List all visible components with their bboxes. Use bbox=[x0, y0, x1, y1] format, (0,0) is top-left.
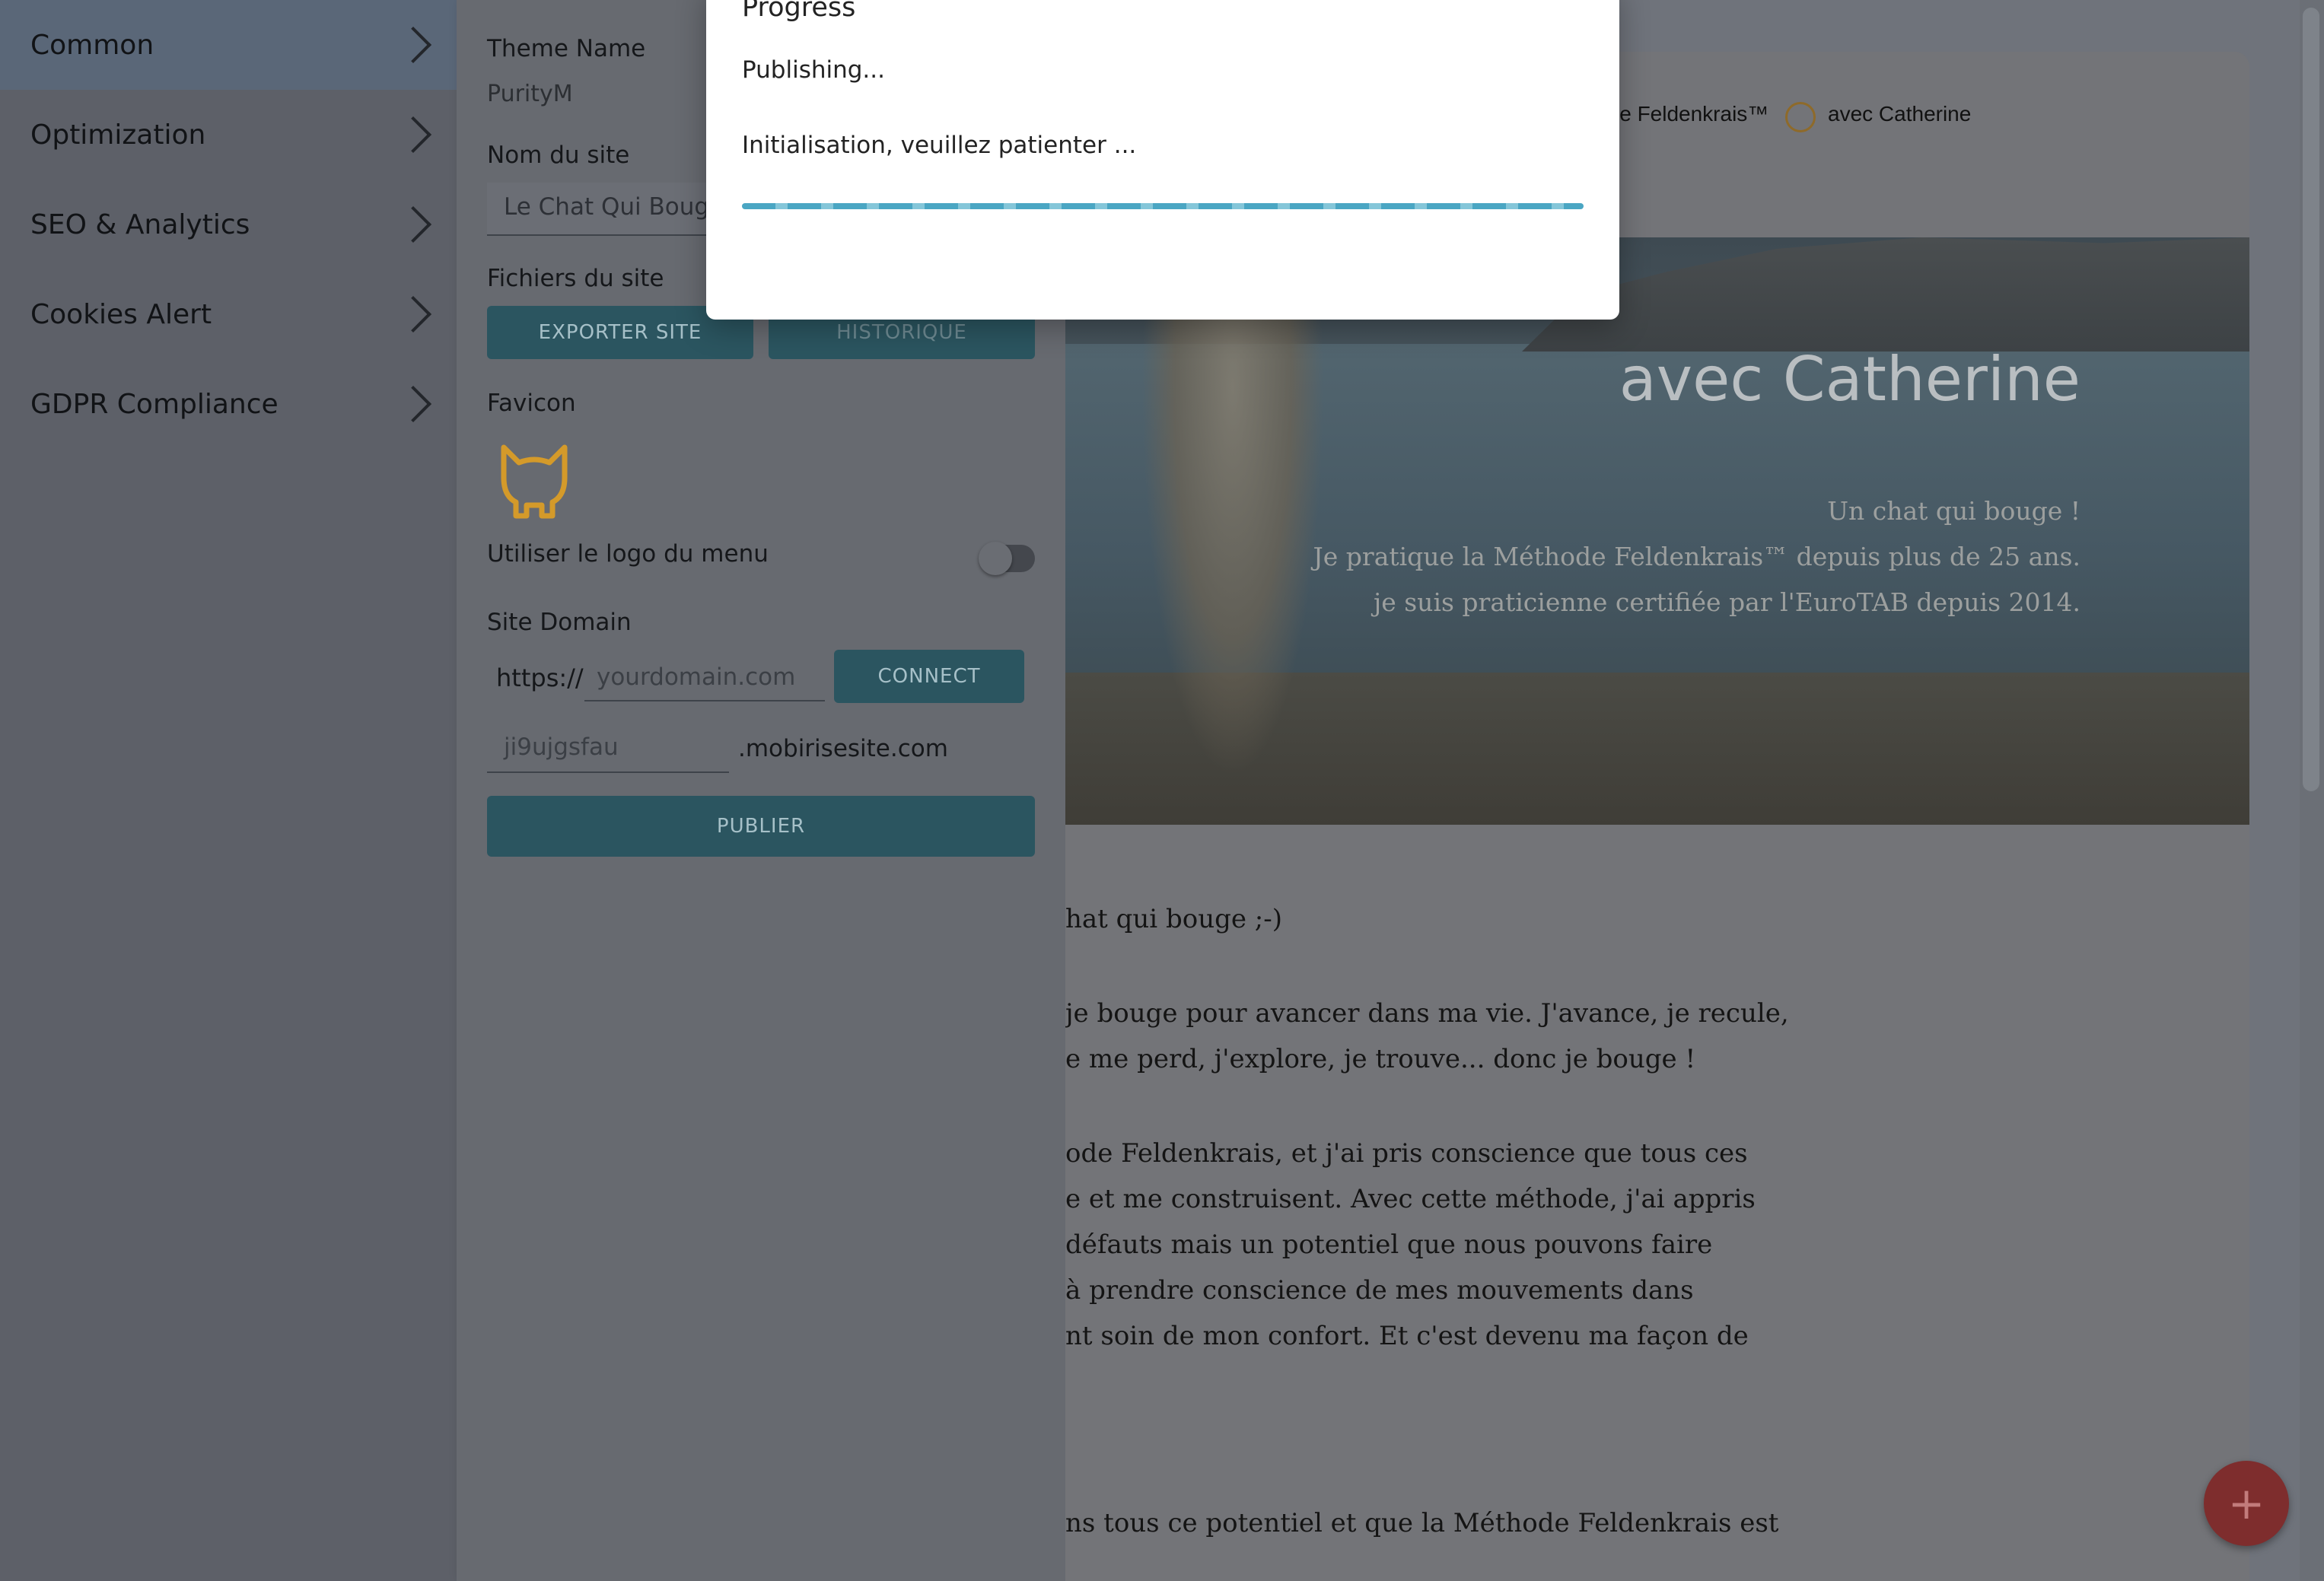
toggle-knob bbox=[979, 542, 1012, 575]
theme-name-value: PurityM bbox=[487, 81, 573, 107]
body-text-line: ns tous ce potentiel et que la Méthode F… bbox=[1065, 1508, 1779, 1538]
sidebar-item-label: SEO & Analytics bbox=[30, 208, 250, 240]
hero-line: Je pratique la Méthode Feldenkrais™ depu… bbox=[1313, 542, 2080, 571]
site-files-label: Fichiers du site bbox=[487, 265, 664, 292]
sidebar-item-optimization[interactable]: Optimization bbox=[0, 90, 457, 180]
body-text-line: hat qui bouge ;-) bbox=[1065, 904, 1283, 934]
site-name-label: Nom du site bbox=[487, 142, 630, 169]
dialog-message: Initialisation, veuillez patienter ... bbox=[742, 132, 1137, 159]
cat-icon bbox=[501, 444, 568, 519]
body-text-line: e me perd, j'explore, je trouve... donc … bbox=[1065, 1044, 1696, 1074]
hero-person-image bbox=[1141, 291, 1324, 778]
menu-logo-label: Utiliser le logo du menu bbox=[487, 540, 769, 568]
sidebar-item-label: GDPR Compliance bbox=[30, 388, 279, 420]
progress-bar bbox=[742, 203, 1584, 209]
chevron-right-icon bbox=[394, 295, 432, 333]
domain-input[interactable]: yourdomain.com bbox=[584, 656, 825, 701]
dialog-status: Publishing... bbox=[742, 56, 885, 84]
hero-line: Un chat qui bouge ! bbox=[1827, 496, 2080, 526]
chevron-right-icon bbox=[394, 385, 432, 423]
scrollbar-thumb[interactable] bbox=[2303, 8, 2319, 791]
nav-link-feldenkrais[interactable]: le Feldenkrais™ bbox=[1615, 102, 1768, 126]
body-text-line: défauts mais un potentiel que nous pouvo… bbox=[1065, 1229, 1713, 1260]
sidebar-item-label: Common bbox=[30, 29, 154, 61]
settings-sidebar: Common Optimization SEO & Analytics Cook… bbox=[0, 0, 457, 1581]
theme-name-label: Theme Name bbox=[487, 35, 646, 62]
connect-button[interactable]: CONNECT bbox=[834, 650, 1024, 703]
sidebar-item-cookies-alert[interactable]: Cookies Alert bbox=[0, 269, 457, 359]
body-text-line: nt soin de mon confort. Et c'est devenu … bbox=[1065, 1321, 1749, 1351]
sidebar-item-common[interactable]: Common bbox=[0, 0, 457, 90]
dialog-title: Progress bbox=[742, 0, 856, 23]
nav-link-catherine[interactable]: avec Catherine bbox=[1828, 102, 1971, 126]
body-text-line: je bouge pour avancer dans ma vie. J'ava… bbox=[1065, 998, 1789, 1029]
hero-line: je suis praticienne certifiée par l'Euro… bbox=[1374, 587, 2080, 617]
site-domain-label: Site Domain bbox=[487, 609, 632, 636]
user-circle-icon bbox=[1785, 102, 1816, 132]
protocol-label: https:// bbox=[496, 663, 584, 692]
sidebar-item-label: Optimization bbox=[30, 119, 206, 151]
subdomain-suffix: .mobirisesite.com bbox=[738, 735, 948, 762]
sidebar-item-label: Cookies Alert bbox=[30, 298, 212, 330]
menu-logo-toggle[interactable] bbox=[979, 542, 1035, 575]
hero-title: avec Catherine bbox=[1619, 344, 2080, 415]
subdomain-input[interactable]: ji9ujgsfau bbox=[487, 724, 729, 773]
body-text-line: ode Feldenkrais, et j'ai pris conscience… bbox=[1065, 1138, 1748, 1169]
add-block-button[interactable]: + bbox=[2204, 1461, 2289, 1546]
hero-section: avec Catherine Un chat qui bouge ! Je pr… bbox=[1065, 237, 2249, 825]
progress-dialog: Progress Publishing... Initialisation, v… bbox=[706, 0, 1619, 320]
favicon-label: Favicon bbox=[487, 390, 576, 417]
plus-icon: + bbox=[2227, 1478, 2265, 1529]
chevron-right-icon bbox=[394, 205, 432, 243]
body-text-line: e et me construisent. Avec cette méthode… bbox=[1065, 1184, 1756, 1214]
publish-button[interactable]: PUBLIER bbox=[487, 796, 1035, 857]
body-text-line: à prendre conscience de mes mouvements d… bbox=[1065, 1275, 1694, 1306]
chevron-right-icon bbox=[394, 116, 432, 154]
sidebar-item-seo-analytics[interactable]: SEO & Analytics bbox=[0, 180, 457, 269]
hero-rocks-image bbox=[1522, 237, 2249, 352]
sidebar-item-gdpr-compliance[interactable]: GDPR Compliance bbox=[0, 359, 457, 449]
favicon-picker[interactable] bbox=[496, 441, 572, 521]
chevron-right-icon bbox=[394, 26, 432, 64]
